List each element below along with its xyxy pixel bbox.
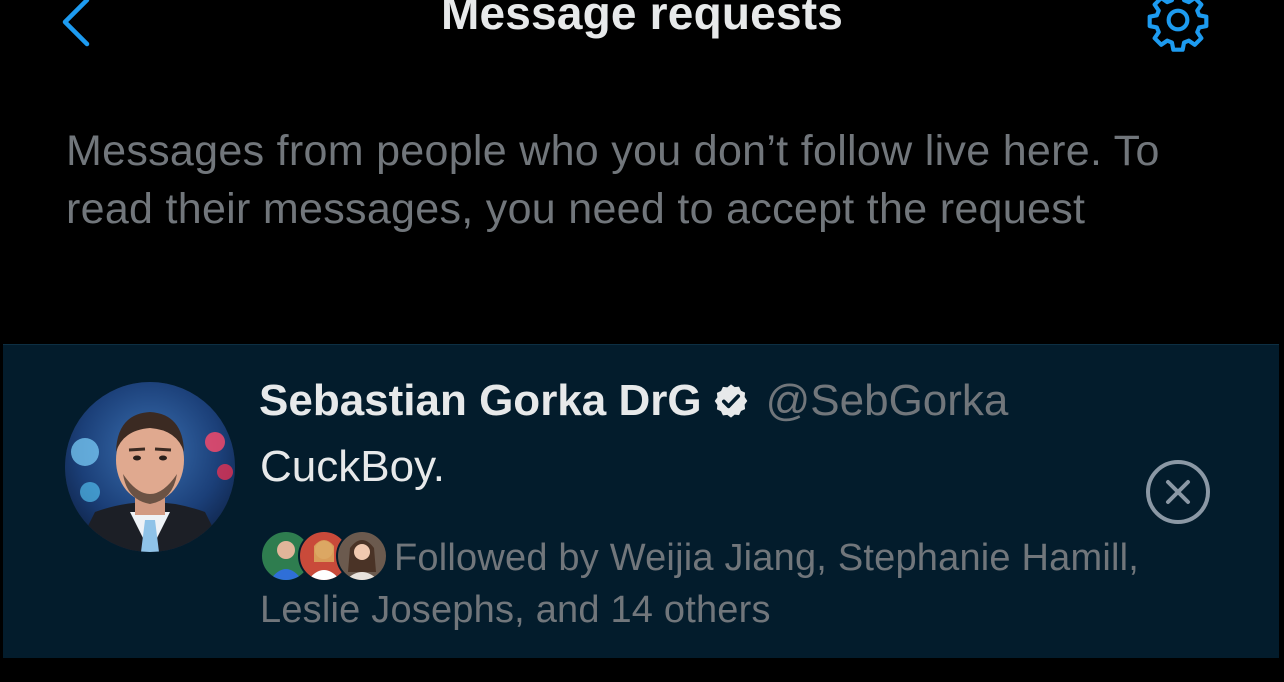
followed-by-text: Followed by Weijia Jiang, Stephanie Hami…: [260, 537, 1140, 631]
followed-by-context: Followed by Weijia Jiang, Stephanie Hami…: [260, 530, 1160, 636]
avatar-image: [65, 382, 235, 552]
follower-avatars: [260, 530, 388, 582]
verified-badge-icon: [712, 382, 750, 420]
info-text: Messages from people who you don’t follo…: [66, 127, 1160, 233]
sender-name: Sebastian Gorka DrG: [259, 376, 702, 425]
dismiss-request-button[interactable]: [1143, 457, 1213, 527]
gear-icon: [1147, 0, 1209, 52]
message-preview: CuckBoy.: [260, 442, 446, 491]
message-requests-screen: Message requests Messages from people wh…: [0, 0, 1284, 682]
close-circle-icon: [1146, 460, 1210, 524]
avatar[interactable]: [65, 382, 235, 552]
header: Message requests: [0, 0, 1284, 60]
follower-avatar: [336, 530, 388, 582]
page-title: Message requests: [440, 0, 844, 39]
settings-button[interactable]: [1142, 0, 1214, 54]
message-request-item[interactable]: Sebastian Gorka DrG @SebGorka CuckBoy. F…: [3, 344, 1279, 659]
sender-line: Sebastian Gorka DrG @SebGorka: [259, 371, 1008, 431]
list-bottom: [0, 658, 1284, 682]
sender-handle: @SebGorka: [765, 376, 1009, 425]
